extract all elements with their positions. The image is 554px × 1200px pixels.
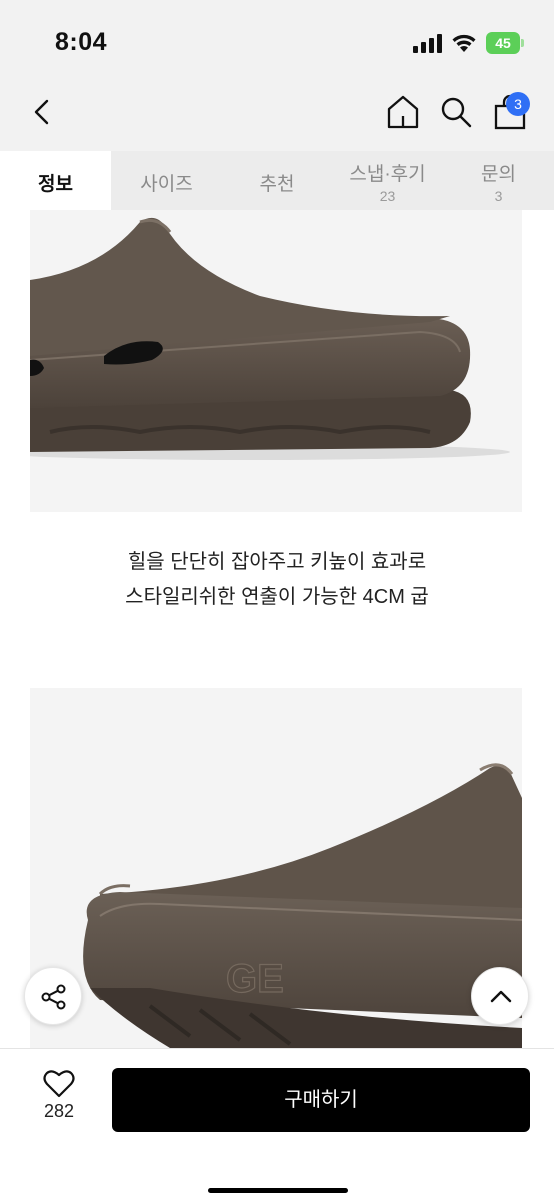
- tab-inquiry[interactable]: 문의 3: [443, 151, 554, 210]
- home-icon[interactable]: [386, 94, 420, 130]
- status-time: 8:04: [55, 28, 108, 56]
- battery-level: 45: [495, 35, 511, 51]
- tab-inquiry-count: 3: [494, 188, 503, 204]
- cart-count-badge: 3: [506, 92, 530, 116]
- clog-sole-illustration: GE: [83, 763, 522, 1048]
- buy-button[interactable]: 구매하기: [112, 1068, 530, 1132]
- description-line-1: 힐을 단단히 잡아주고 키높이 효과로: [127, 551, 427, 573]
- battery-cap: [521, 39, 524, 47]
- tab-snap-review-count: 23: [379, 188, 396, 204]
- scroll-to-top-button[interactable]: [471, 967, 529, 1025]
- heart-icon: [43, 1070, 75, 1098]
- cellular-signal-icon: [413, 34, 442, 53]
- product-image-heel-side: [30, 210, 522, 512]
- home-indicator: [208, 1188, 348, 1193]
- tab-info-label: 정보: [38, 174, 73, 195]
- tab-recommend-label: 추천: [259, 174, 295, 195]
- like-count: 282: [43, 1101, 75, 1121]
- svg-text:GE: GE: [226, 957, 284, 1001]
- tab-info[interactable]: 정보: [0, 151, 111, 210]
- share-icon: [41, 984, 66, 1010]
- like-button[interactable]: 282: [30, 1069, 88, 1122]
- back-chevron-icon[interactable]: [30, 99, 56, 125]
- battery-indicator: 45: [486, 32, 524, 54]
- tab-recommend[interactable]: 추천: [222, 151, 332, 210]
- product-tabs: 정보 사이즈 추천 스냅·후기 23 문의 3: [0, 151, 554, 210]
- chevron-up-icon: [490, 990, 512, 1003]
- wifi-icon: [452, 34, 476, 52]
- tab-size[interactable]: 사이즈: [111, 151, 222, 210]
- bottom-purchase-bar: 282 구매하기: [0, 1048, 554, 1200]
- product-image-sole-closeup: GE: [30, 688, 522, 1048]
- top-navigation-bar: 3: [0, 88, 554, 151]
- clog-heel-illustration: [30, 217, 510, 460]
- search-icon[interactable]: [440, 96, 472, 128]
- share-button[interactable]: [24, 967, 82, 1025]
- tab-snap-review[interactable]: 스냅·후기 23: [332, 151, 443, 210]
- status-bar: 8:04 45: [0, 0, 554, 88]
- product-description: 힐을 단단히 잡아주고 키높이 효과로 스타일리쉬한 연출이 가능한 4CM 굽: [0, 545, 554, 615]
- tab-inquiry-label: 문의: [481, 164, 516, 185]
- tab-snap-review-label: 스냅·후기: [349, 164, 426, 185]
- tab-size-label: 사이즈: [140, 174, 193, 195]
- description-line-2: 스타일리쉬한 연출이 가능한 4CM 굽: [125, 586, 429, 608]
